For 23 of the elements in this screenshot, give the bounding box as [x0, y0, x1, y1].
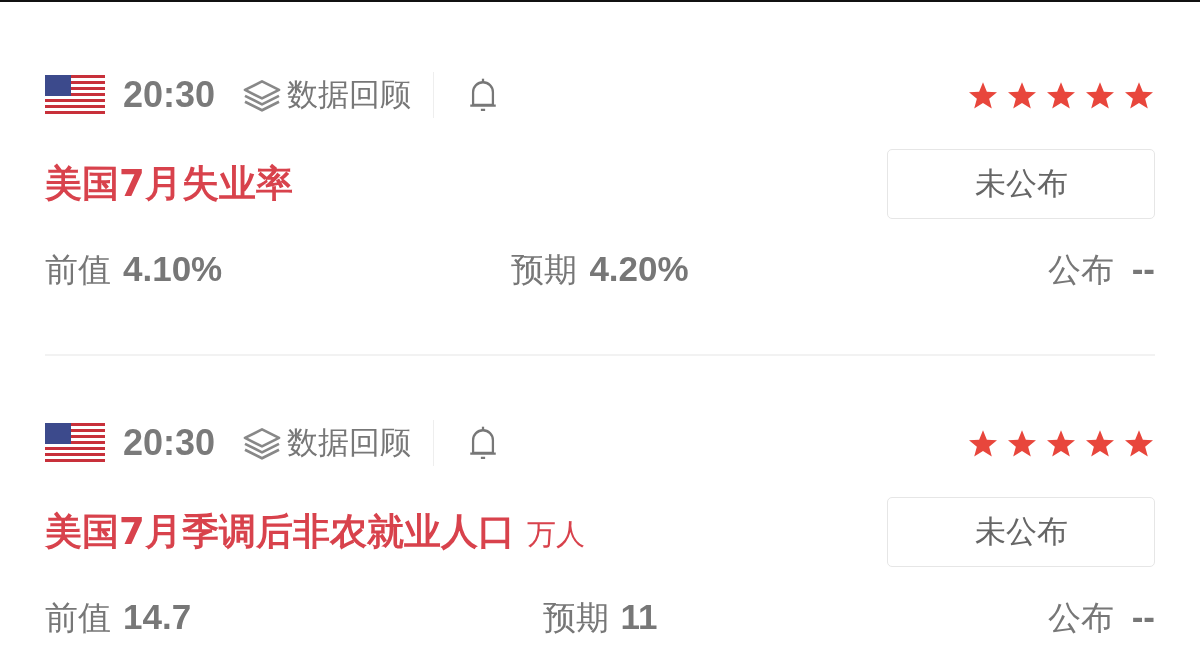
flag-icon: [45, 75, 105, 115]
previous-value: 4.10%: [123, 248, 223, 289]
previous-value: 14.7: [123, 596, 192, 637]
actual-value: --: [1131, 248, 1155, 289]
event-time: 20:30: [123, 74, 216, 116]
status-button[interactable]: 未公布: [887, 497, 1155, 567]
flag-icon: [45, 423, 105, 463]
data-review-link[interactable]: 数据回顾: [287, 422, 412, 464]
data-review-link[interactable]: 数据回顾: [287, 74, 412, 116]
actual-label: 公布: [1047, 248, 1114, 291]
unit-label: 万人: [526, 516, 585, 553]
actual-value: --: [1131, 596, 1155, 637]
previous-label: 前值: [45, 596, 111, 639]
event-title: 美国7月失业率: [45, 161, 293, 207]
forecast-value: 11: [620, 596, 658, 637]
event-title: 美国7月季调后非农就业人口: [45, 509, 515, 555]
forecast-value: 4.20%: [589, 248, 689, 289]
event-time: 20:30: [123, 422, 216, 464]
forecast-label: 预期: [511, 248, 578, 291]
previous-label: 前值: [45, 248, 111, 291]
status-button[interactable]: 未公布: [887, 149, 1155, 219]
actual-label: 公布: [1047, 596, 1114, 639]
forecast-label: 预期: [542, 596, 609, 639]
